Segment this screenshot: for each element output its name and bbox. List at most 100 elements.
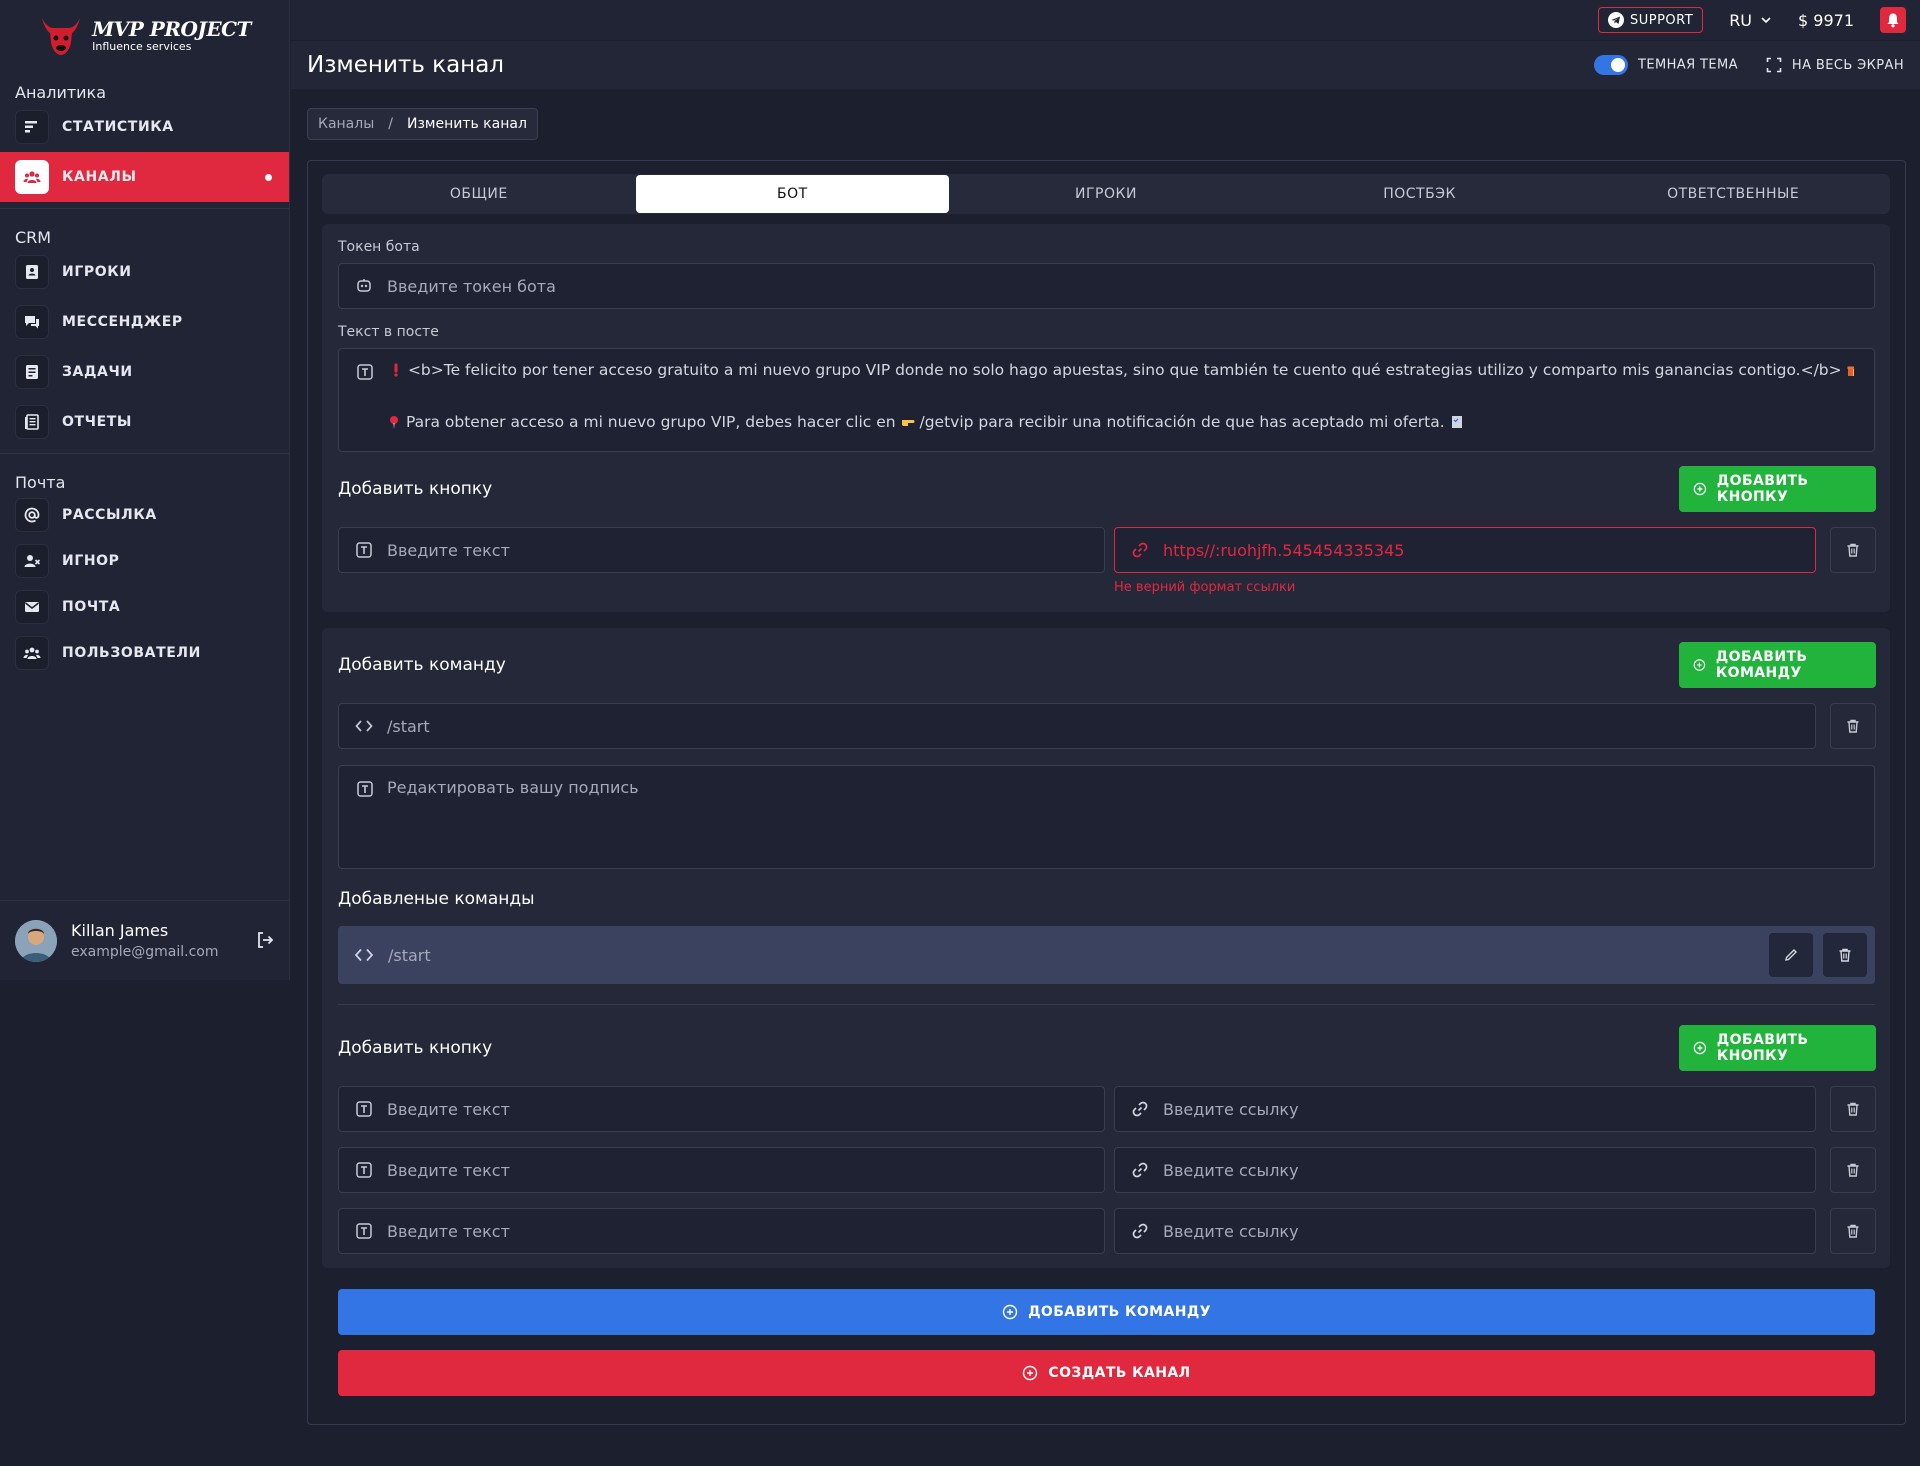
- delete-row-button[interactable]: [1830, 1147, 1876, 1193]
- post-text-area[interactable]: <b>Te felicito por tener acceso gratuito…: [338, 348, 1875, 452]
- plus-circle-icon: [1002, 1304, 1018, 1320]
- page-title: Изменить канал: [307, 52, 505, 78]
- sidebar-item-mailing[interactable]: РАССЫЛКА: [0, 492, 289, 538]
- text-placeholder: Введите текст: [387, 1160, 510, 1180]
- create-channel-label: СОЗДАТЬ КАНАЛ: [1048, 1365, 1191, 1381]
- add-command-button[interactable]: ДОБАВИТЬ КОМАНДУ: [1679, 642, 1876, 688]
- sidebar-item-label: ЗАДАЧИ: [62, 364, 133, 380]
- user-email: example@gmail.com: [71, 944, 219, 960]
- notifications-button[interactable]: [1880, 7, 1906, 33]
- sidebar-item-users[interactable]: ПОЛЬЗОВАТЕЛИ: [0, 630, 289, 676]
- command-button-link-input-3[interactable]: Введите ссылку: [1114, 1208, 1816, 1254]
- sidebar-item-label: ПОЧТА: [62, 599, 121, 615]
- exclamation-emoji-icon: [389, 363, 403, 377]
- support-label: SUPPORT: [1629, 12, 1694, 28]
- plus-circle-icon: [1022, 1365, 1038, 1381]
- breadcrumb-parent[interactable]: Каналы: [318, 116, 374, 132]
- link-icon: [1131, 1100, 1149, 1118]
- command-button-link-input-1[interactable]: Введите ссылку: [1114, 1086, 1816, 1132]
- toggle-switch[interactable]: [1594, 55, 1629, 75]
- address-book-icon: [23, 263, 41, 281]
- sidebar-item-label: КАНАЛЫ: [62, 169, 137, 185]
- caption-textarea[interactable]: Редактировать вашу подпись: [338, 765, 1875, 869]
- report-icon: [23, 413, 41, 431]
- command-button-text-input-3[interactable]: Введите текст: [338, 1208, 1105, 1254]
- pin-emoji-icon: [387, 415, 401, 429]
- command-button-link-input-2[interactable]: Введите ссылку: [1114, 1147, 1816, 1193]
- fullscreen-label: НА ВЕСЬ ЭКРАН: [1791, 57, 1904, 73]
- edit-command-button[interactable]: [1769, 933, 1813, 977]
- sidebar-item-messenger[interactable]: МЕССЕНДЖЕР: [0, 297, 289, 347]
- user-block-icon: [23, 552, 41, 570]
- link-icon: [1131, 1222, 1149, 1240]
- sidebar-item-players[interactable]: ИГРОКИ: [0, 247, 289, 297]
- command-input[interactable]: /start: [338, 703, 1816, 749]
- avatar[interactable]: [15, 919, 57, 962]
- sidebar-item-ignore[interactable]: ИГНОР: [0, 538, 289, 584]
- code-icon: [355, 717, 373, 735]
- trash-icon: [1845, 1162, 1861, 1178]
- delete-added-command-button[interactable]: [1823, 933, 1867, 977]
- command-value: /start: [387, 716, 430, 736]
- page-header: Изменить канал ТЕМНАЯ ТЕМА НА ВЕСЬ ЭКРАН: [291, 41, 1920, 89]
- delete-row-button[interactable]: [1830, 1086, 1876, 1132]
- tasks-icon: [23, 363, 41, 381]
- sidebar-item-tasks[interactable]: ЗАДАЧИ: [0, 347, 289, 397]
- tab-general[interactable]: ОБЩИЕ: [322, 174, 636, 214]
- create-channel-button[interactable]: СОЗДАТЬ КАНАЛ: [338, 1350, 1875, 1396]
- sidebar-item-label: ИГНОР: [62, 553, 120, 569]
- support-button[interactable]: SUPPORT: [1597, 7, 1704, 33]
- add-command-button-title: Добавить кнопку: [338, 1038, 493, 1058]
- language-value: RU: [1729, 10, 1753, 30]
- link-placeholder: Введите ссылку: [1163, 1160, 1299, 1180]
- button-text-placeholder: Введите текст: [387, 540, 510, 560]
- logout-icon[interactable]: [254, 929, 276, 951]
- language-select[interactable]: RU: [1729, 11, 1772, 30]
- link-placeholder: Введите ссылку: [1163, 1221, 1299, 1241]
- button-link-input[interactable]: https//:ruohjfh.545454335345: [1114, 527, 1816, 573]
- sidebar-item-statistics[interactable]: СТАТИСТИКА: [0, 102, 289, 152]
- chat-icon: [23, 313, 41, 331]
- tab-players[interactable]: ИГРОКИ: [949, 174, 1263, 214]
- post-text-label: Текст в посте: [338, 324, 439, 340]
- add-button-title: Добавить кнопку: [338, 479, 493, 499]
- logo[interactable]: MVP PROJECT Influence services: [0, 0, 289, 70]
- pencil-icon: [1783, 947, 1799, 963]
- sidebar-item-channels[interactable]: КАНАЛЫ: [0, 152, 289, 202]
- user-name: Killan James: [71, 921, 169, 940]
- button-text-input[interactable]: Введите текст: [338, 527, 1105, 573]
- tab-responsible[interactable]: ОТВЕТСТВЕННЫЕ: [1576, 174, 1890, 214]
- sidebar-item-label: РАССЫЛКА: [62, 507, 157, 523]
- sidebar-item-mail[interactable]: ПОЧТА: [0, 584, 289, 630]
- add-command-button-label: ДОБАВИТЬ КНОПКУ: [1716, 1032, 1809, 1064]
- plus-circle-icon: [1693, 1040, 1707, 1056]
- sidebar-item-reports[interactable]: ОТЧЕТЫ: [0, 397, 289, 447]
- chart-bars-icon: [23, 118, 41, 136]
- delete-command-button[interactable]: [1830, 703, 1876, 749]
- bell-icon: [1885, 12, 1901, 28]
- breadcrumb: Каналы / Изменить канал: [307, 108, 538, 140]
- bot-token-input[interactable]: Введите токен бота: [338, 263, 1875, 309]
- text-icon: [356, 363, 374, 381]
- tab-bot[interactable]: БОТ: [635, 175, 950, 213]
- tabs: ОБЩИЕ БОТ ИГРОКИ ПОСТБЭК ОТВЕТСТВЕННЫЕ: [322, 174, 1890, 214]
- delete-row-button[interactable]: [1830, 1208, 1876, 1254]
- at-sign-icon: [23, 506, 41, 524]
- command-button-text-input-2[interactable]: Введите текст: [338, 1147, 1105, 1193]
- separator-line: [338, 1004, 1875, 1005]
- tab-postback[interactable]: ПОСТБЭК: [1263, 174, 1577, 214]
- added-commands-title: Добавленые команды: [338, 889, 535, 909]
- pointing-hand-emoji-icon: [901, 415, 915, 429]
- fullscreen-button[interactable]: НА ВЕСЬ ЭКРАН: [1766, 57, 1904, 73]
- theme-toggle[interactable]: ТЕМНАЯ ТЕМА: [1594, 55, 1738, 75]
- add-command-button-button[interactable]: ДОБАВИТЬ КНОПКУ: [1679, 1025, 1876, 1071]
- add-command-main-label: ДОБАВИТЬ КОМАНДУ: [1028, 1304, 1211, 1320]
- text-placeholder: Введите текст: [387, 1221, 510, 1241]
- mail-icon: [23, 598, 41, 616]
- section-title-analytics: Аналитика: [15, 83, 107, 102]
- command-button-text-input-1[interactable]: Введите текст: [338, 1086, 1105, 1132]
- add-button-button[interactable]: ДОБАВИТЬ КНОПКУ: [1679, 466, 1876, 512]
- delete-button[interactable]: [1830, 527, 1876, 573]
- add-command-main-button[interactable]: ДОБАВИТЬ КОМАНДУ: [338, 1289, 1875, 1335]
- divider: [0, 453, 289, 454]
